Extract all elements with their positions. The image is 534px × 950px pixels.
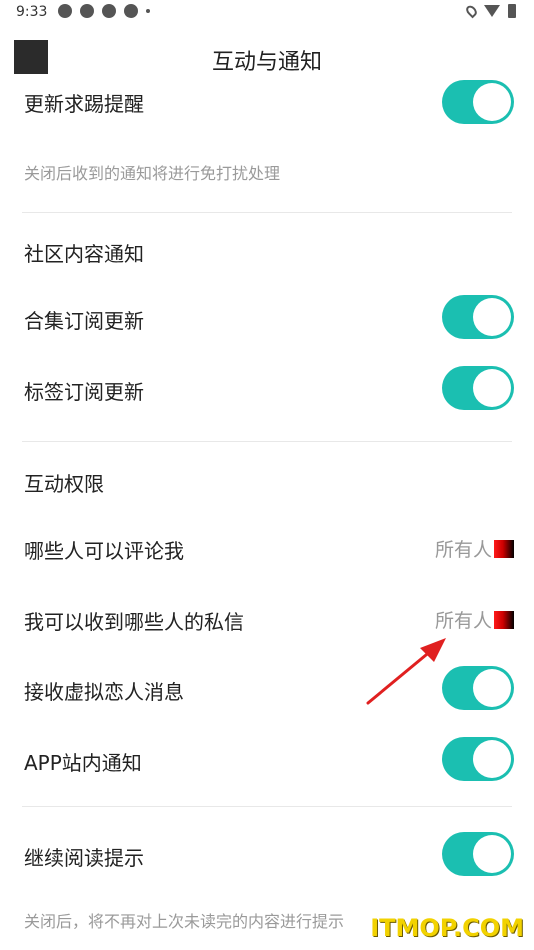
annotation-arrow-shaft xyxy=(366,648,434,705)
watermark: ITMOP.COM xyxy=(370,914,524,942)
annotation-arrow-icon xyxy=(366,638,446,705)
